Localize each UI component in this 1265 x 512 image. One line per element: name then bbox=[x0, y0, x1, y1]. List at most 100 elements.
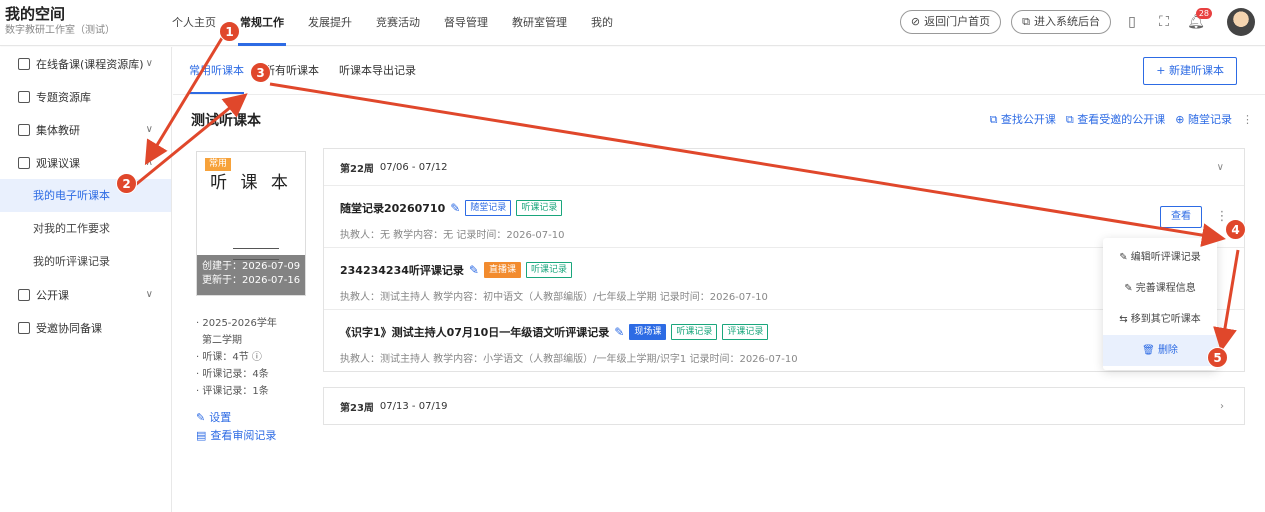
week-label: 第23周 bbox=[340, 402, 374, 414]
notification-badge: 28 bbox=[1195, 8, 1212, 19]
week-header[interactable]: 第23周 07/13 - 07/19 › bbox=[324, 388, 1244, 424]
review-records-label: 查看审阅记录 bbox=[210, 428, 277, 442]
nav-routine-work[interactable]: 常规工作 bbox=[228, 0, 296, 46]
settings-link[interactable]: ✎ 设置 bbox=[196, 408, 326, 426]
nav-home[interactable]: 个人主页 bbox=[160, 0, 228, 46]
observe-icon bbox=[18, 156, 30, 169]
chevron-down-icon: ∨ bbox=[145, 289, 153, 300]
notebook-title: 测试听课本 bbox=[191, 113, 261, 129]
nav-mine[interactable]: 我的 bbox=[579, 0, 625, 46]
created-date: 创建于：2026-07-09 bbox=[202, 261, 301, 272]
view-button[interactable]: 查看 bbox=[1160, 206, 1202, 228]
sidebar: 在线备课(课程资源库) ∨ 专题资源库 集体教研 ∨ 观课议课 ∧ 我的电子听课本 对… bbox=[0, 47, 172, 512]
record-title: 234234234听评课记录 ✎ 直播课 听课记录 bbox=[340, 262, 572, 278]
annotation-marker-4: 4 bbox=[1225, 219, 1246, 240]
sidebar-sub-work-requirements[interactable]: 对我的工作要求 bbox=[0, 212, 171, 245]
notebook-cover[interactable]: 常用 听 课 本 创建于：2026-07-09 更新于：2026-07-16 bbox=[196, 151, 306, 296]
backend-label: 进入系统后台 bbox=[1034, 15, 1100, 28]
record-title: 《识字1》测试主持人07月10日一年级语文听评课记录 ✎ 现场课 听课记录 评课… bbox=[340, 324, 769, 340]
annotation-marker-3: 3 bbox=[250, 62, 271, 83]
edit-icon[interactable]: ✎ bbox=[450, 201, 460, 215]
invited-open-lesson-link[interactable]: ⧉ 查看受邀的公开课 bbox=[1066, 111, 1165, 127]
nav-development[interactable]: 发展提升 bbox=[296, 0, 364, 46]
sidebar-item-group-research[interactable]: 集体教研 ∨ bbox=[0, 113, 171, 146]
tab-export-records[interactable]: 听课本导出记录 bbox=[339, 47, 416, 94]
review-records-link[interactable]: ▤ 查看审阅记录 bbox=[196, 426, 326, 444]
annotation-marker-5: 5 bbox=[1207, 347, 1228, 368]
sidebar-sub-my-notebook[interactable]: 我的电子听课本 bbox=[0, 179, 171, 212]
avatar[interactable] bbox=[1227, 8, 1255, 36]
more-vertical-icon[interactable]: ⋮ bbox=[1242, 113, 1253, 126]
sidebar-item-open-lessons[interactable]: 公开课 ∨ bbox=[0, 278, 171, 311]
menu-edit-record[interactable]: ✎ 编辑听评课记录 bbox=[1103, 242, 1217, 273]
bell-icon[interactable]: 🔔︎ 28 bbox=[1185, 8, 1212, 33]
week-panel: 第23周 07/13 - 07/19 › bbox=[323, 387, 1245, 425]
meta-lessons: · 听课：4节 ⓘ bbox=[196, 352, 262, 363]
sidebar-item-observe-lessons[interactable]: 观课议课 ∧ bbox=[0, 146, 171, 179]
sidebar-item-label: 公开课 bbox=[36, 288, 69, 302]
nav-competition[interactable]: 竞赛活动 bbox=[364, 0, 432, 46]
updated-date: 更新于：2026-07-16 bbox=[202, 275, 301, 286]
edit-icon: ✎ bbox=[1119, 252, 1131, 263]
menu-delete-label: 删除 bbox=[1157, 345, 1178, 356]
menu-delete[interactable]: 🗑︎ 删除 bbox=[1103, 335, 1217, 366]
class-record-link[interactable]: ⊕ 随堂记录 bbox=[1175, 111, 1232, 127]
tablet-icon[interactable]: ▯ bbox=[1121, 11, 1143, 33]
help-icon[interactable]: ⓘ bbox=[252, 352, 262, 363]
tag-live-lesson: 直播课 bbox=[483, 262, 521, 278]
brand: 我的空间 数字教研工作室（测试） bbox=[5, 5, 115, 38]
sidebar-sub-my-records[interactable]: 我的听评课记录 bbox=[0, 245, 171, 278]
notebook-tools: ⧉ 查找公开课 ⧉ 查看受邀的公开课 ⊕ 随堂记录 ⋮ bbox=[990, 111, 1253, 127]
fullscreen-icon[interactable]: ⛶ bbox=[1153, 11, 1175, 33]
portal-home-label: 返回门户首页 bbox=[924, 15, 991, 28]
group-icon bbox=[18, 321, 30, 334]
tag-review-record: 评课记录 bbox=[722, 324, 769, 340]
sidebar-item-invited-prep[interactable]: 受邀协同备课 bbox=[0, 311, 171, 344]
edit-icon: ✎ bbox=[1124, 283, 1136, 294]
compass-icon: ⊘ bbox=[910, 15, 921, 28]
menu-edit-label: 编辑听评课记录 bbox=[1130, 252, 1201, 263]
week-header[interactable]: 第22周 07/06 - 07/12 ∨ bbox=[324, 149, 1244, 185]
sidebar-item-label: 专题资源库 bbox=[36, 90, 91, 104]
edit-icon[interactable]: ✎ bbox=[469, 263, 479, 277]
chevron-down-icon: ∨ bbox=[145, 58, 153, 69]
annotation-marker-1: 1 bbox=[219, 21, 240, 42]
record-title-text: 《识字1》测试主持人07月10日一年级语文听评课记录 bbox=[340, 326, 610, 339]
find-open-lesson-label: 查找公开课 bbox=[1000, 113, 1056, 126]
sidebar-item-label: 在线备课(课程资源库) bbox=[36, 57, 144, 71]
week-range: 07/13 - 07/19 bbox=[379, 400, 448, 412]
nav-research-office[interactable]: 教研室管理 bbox=[500, 0, 579, 46]
tag-class-record: 随堂记录 bbox=[465, 200, 512, 216]
chevron-down-icon: ∨ bbox=[145, 124, 153, 135]
tag-listen-record: 听课记录 bbox=[525, 262, 572, 278]
find-open-lesson-link[interactable]: ⧉ 查找公开课 bbox=[990, 111, 1056, 127]
backend-icon: ⧉ bbox=[1022, 15, 1030, 28]
nav-supervision[interactable]: 督导管理 bbox=[432, 0, 500, 46]
chevron-up-icon: ∧ bbox=[145, 157, 153, 168]
portal-home-button[interactable]: ⊘ 返回门户首页 bbox=[899, 10, 1002, 34]
chevron-down-icon[interactable]: ∨ bbox=[1217, 162, 1224, 173]
document-icon bbox=[18, 57, 30, 70]
sidebar-item-label: 受邀协同备课 bbox=[36, 321, 102, 335]
new-notebook-button[interactable]: + 新建听课本 bbox=[1143, 57, 1237, 85]
brand-subtitle: 数字教研工作室（测试） bbox=[5, 25, 115, 36]
tab-all-notebooks[interactable]: 所有听课本 bbox=[264, 47, 319, 94]
record-info: 执教人：测试主持人 教学内容：小学语文（人教部编版）/一年级上学期/识字1 记录… bbox=[340, 354, 798, 365]
top-right-actions: ⊘ 返回门户首页 ⧉ 进入系统后台 ▯ ⛶ 🔔︎ 28 bbox=[899, 8, 1255, 36]
sidebar-item-online-lesson[interactable]: 在线备课(课程资源库) ∨ bbox=[0, 47, 171, 80]
menu-move-notebook[interactable]: ⇆ 移到其它听课本 bbox=[1103, 304, 1217, 335]
swap-icon: ⇆ bbox=[1119, 314, 1131, 325]
tab-common-notebooks[interactable]: 常用听课本 bbox=[189, 47, 244, 94]
list-icon bbox=[18, 123, 30, 136]
menu-move-label: 移到其它听课本 bbox=[1130, 314, 1201, 325]
meta-term: 第二学期 bbox=[202, 335, 242, 346]
edit-icon[interactable]: ✎ bbox=[614, 325, 624, 339]
tag-onsite-lesson: 现场课 bbox=[629, 324, 667, 340]
sidebar-item-topic-resources[interactable]: 专题资源库 bbox=[0, 80, 171, 113]
backend-button[interactable]: ⧉ 进入系统后台 bbox=[1011, 10, 1111, 34]
menu-complete-info[interactable]: ✎ 完善课程信息 bbox=[1103, 273, 1217, 304]
record-title: 随堂记录20260710 ✎ 随堂记录 听课记录 bbox=[340, 200, 563, 216]
screen-icon bbox=[18, 288, 30, 301]
sidebar-item-label: 观课议课 bbox=[36, 156, 80, 170]
chevron-right-icon[interactable]: › bbox=[1220, 401, 1224, 412]
